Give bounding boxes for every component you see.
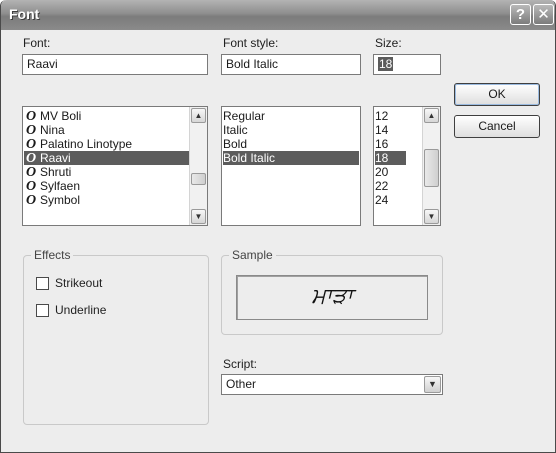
font-name-input[interactable]: Raavi: [22, 54, 208, 75]
chevron-down-icon[interactable]: ▼: [424, 376, 441, 393]
script-label: Script:: [223, 357, 258, 371]
style-item-label: Italic: [223, 123, 248, 137]
font-list-scrollbar[interactable]: ▲ ▼: [189, 107, 207, 225]
size-list-item[interactable]: 12: [375, 109, 406, 123]
font-type-icon: O: [25, 151, 37, 166]
size-item-label: 14: [375, 123, 389, 137]
effects-group-title: Effects: [31, 248, 74, 262]
size-item-label: 24: [375, 193, 389, 207]
scroll-down-arrow-icon[interactable]: ▼: [424, 209, 439, 224]
font-type-icon: O: [25, 137, 37, 152]
scroll-up-arrow-icon[interactable]: ▲: [191, 108, 206, 123]
size-item-label: 22: [375, 179, 389, 193]
font-type-icon: O: [25, 165, 37, 180]
font-item-label: Shruti: [40, 165, 72, 179]
size-item-label: 18: [375, 151, 389, 165]
strikeout-checkbox[interactable]: [36, 277, 49, 290]
style-item-label: Regular: [223, 109, 266, 123]
ok-button[interactable]: OK: [454, 83, 540, 106]
style-list-item[interactable]: Bold Italic: [223, 151, 359, 165]
style-list-item[interactable]: Regular: [223, 109, 359, 123]
scroll-thumb[interactable]: [424, 149, 439, 187]
font-list-item[interactable]: O Palatino Linotype: [24, 137, 189, 152]
close-button[interactable]: ✕: [533, 4, 554, 25]
effects-group: Effects: [23, 248, 209, 425]
help-button[interactable]: ?: [510, 4, 531, 25]
script-select-value: Other: [226, 377, 257, 391]
font-style-listbox[interactable]: Bold Italic Bold Italic Regular: [221, 106, 361, 226]
size-item-label: 16: [375, 137, 389, 151]
size-list-item[interactable]: 20: [375, 165, 406, 179]
size-listbox[interactable]: 24 22 20 18 16 14 12 ▲ ▼: [373, 106, 441, 226]
size-list-item[interactable]: 22: [375, 179, 406, 193]
size-item-label: 20: [375, 165, 389, 179]
font-item-label: Nina: [40, 123, 65, 137]
size-input[interactable]: 18: [373, 54, 441, 75]
style-item-label: Bold: [223, 137, 248, 151]
script-select[interactable]: Other ▼: [221, 374, 443, 395]
font-item-label: Palatino Linotype: [40, 137, 133, 151]
sample-text: ਮਾੜਾ: [311, 284, 353, 309]
font-list-item[interactable]: O Raavi: [24, 151, 189, 166]
font-style-input[interactable]: Bold Italic: [221, 54, 361, 75]
style-item-label: Bold Italic: [223, 151, 276, 165]
scroll-thumb[interactable]: [191, 173, 206, 185]
size-list-item[interactable]: 14: [375, 123, 406, 137]
size-item-label: 12: [375, 109, 389, 123]
scroll-up-arrow-icon[interactable]: ▲: [424, 108, 439, 123]
font-type-icon: O: [25, 109, 37, 124]
sample-group-title: Sample: [229, 248, 276, 262]
font-type-icon: O: [25, 193, 37, 208]
window-title: Font: [9, 6, 40, 22]
font-item-label: MV Boli: [40, 109, 82, 123]
underline-label[interactable]: Underline: [55, 303, 106, 317]
font-label: Font:: [23, 36, 51, 50]
font-list-item[interactable]: O Symbol: [24, 193, 189, 208]
font-item-label: Sylfaen: [40, 179, 81, 193]
sample-preview: ਮਾੜਾ: [236, 275, 428, 320]
title-bar[interactable]: Font ? ✕: [1, 0, 555, 30]
font-list-item[interactable]: O Sylfaen: [24, 179, 189, 194]
underline-checkbox[interactable]: [36, 304, 49, 317]
font-list-item[interactable]: O Nina: [24, 123, 189, 138]
style-list-item[interactable]: Bold: [223, 137, 359, 151]
font-type-icon: O: [25, 123, 37, 138]
scroll-down-arrow-icon[interactable]: ▼: [191, 209, 206, 224]
size-list-scrollbar[interactable]: ▲ ▼: [422, 107, 440, 225]
size-input-text: 18: [378, 57, 394, 71]
font-list-item[interactable]: O MV Boli: [24, 109, 189, 124]
size-list-item[interactable]: 18: [375, 151, 406, 165]
font-style-label: Font style:: [223, 36, 279, 50]
style-list-item[interactable]: Italic: [223, 123, 359, 137]
strikeout-label[interactable]: Strikeout: [55, 276, 102, 290]
font-list-item[interactable]: O Shruti: [24, 165, 189, 180]
font-dialog: Font ? ✕ Font: Raavi O Symbol O Sylfaen O Shr…: [0, 0, 556, 453]
size-label: Size:: [375, 36, 402, 50]
size-list-item[interactable]: 24: [375, 193, 406, 207]
font-listbox[interactable]: O Symbol O Sylfaen O Shruti O Raavi O Palatino Li…: [22, 106, 208, 226]
cancel-button[interactable]: Cancel: [454, 115, 540, 138]
font-item-label: Symbol: [40, 193, 81, 207]
font-type-icon: O: [25, 179, 37, 194]
font-item-label: Raavi: [40, 151, 71, 165]
size-list-item[interactable]: 16: [375, 137, 406, 151]
